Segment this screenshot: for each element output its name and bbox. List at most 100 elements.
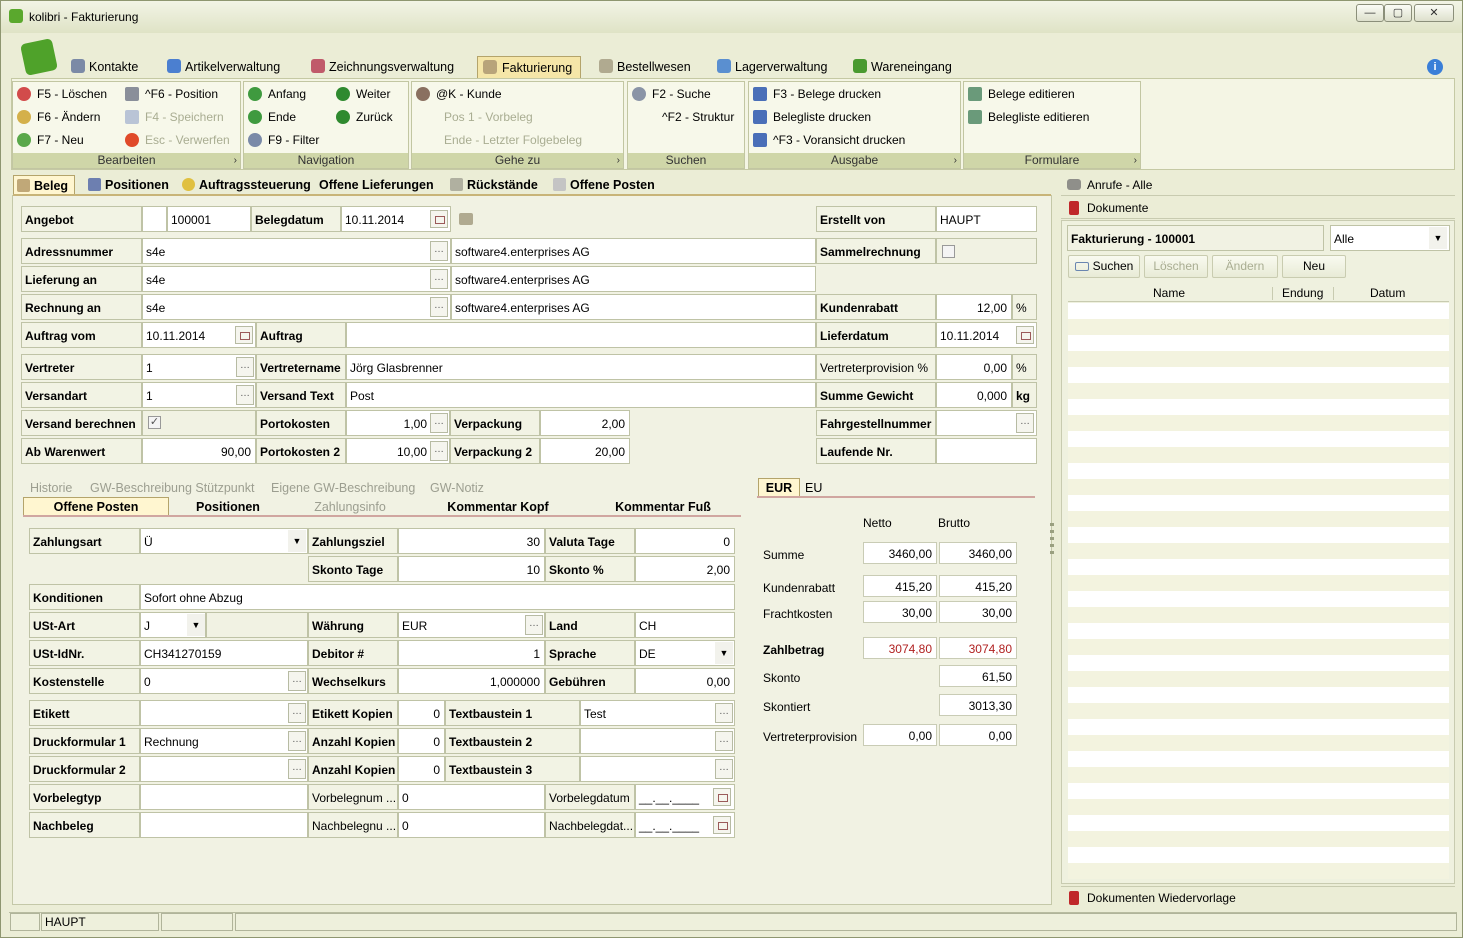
versandtext-field[interactable]: Post	[346, 382, 816, 408]
erstellt-von-field[interactable]: HAUPT	[936, 206, 1037, 232]
tab-eur[interactable]: EUR	[758, 478, 800, 496]
wiedervorlage-header[interactable]: Dokumenten Wiedervorlage	[1061, 886, 1455, 908]
lieferung-lookup-button[interactable]: …	[430, 269, 448, 289]
vertretername-field[interactable]: Jörg Glasbrenner	[346, 354, 816, 380]
waehrung-field[interactable]: EUR	[398, 612, 545, 638]
waehrung-lookup-button[interactable]: …	[525, 615, 543, 635]
kostenstelle-lookup-button[interactable]: …	[288, 671, 306, 691]
tab-gw-notiz[interactable]: GW-Notiz	[430, 479, 484, 497]
lieferung-name-field[interactable]: software4.enterprises AG	[451, 266, 816, 292]
tab-kommentar-fuss[interactable]: Kommentar Fuß	[583, 498, 743, 516]
position-button[interactable]: ^F6 - Position	[123, 84, 218, 104]
print-preview-button[interactable]: ^F3 - Voransicht drucken	[751, 130, 905, 150]
tab-offene-posten-lower[interactable]: Offene Posten	[23, 497, 169, 515]
anzahl-kopien2-field[interactable]: 0	[398, 756, 445, 782]
laufende-nr-field[interactable]	[936, 438, 1037, 464]
edit-button[interactable]: F6 - Ändern	[15, 107, 100, 127]
tab-wareneingang[interactable]: Wareneingang	[853, 56, 952, 78]
etikett-kopien-field[interactable]: 0	[398, 700, 445, 726]
document-delete-button[interactable]: Löschen	[1144, 255, 1208, 278]
tab-zahlungsinfo[interactable]: Zahlungsinfo	[287, 498, 413, 516]
splitter-grip[interactable]	[1050, 523, 1054, 557]
skonto-tage-field[interactable]: 10	[398, 556, 545, 582]
sammelrechnung-checkbox[interactable]	[942, 245, 955, 258]
dokumente-header[interactable]: Dokumente	[1061, 197, 1455, 219]
wechselkurs-field[interactable]: 1,000000	[398, 668, 545, 694]
tab-eigene-gw-beschreibung[interactable]: Eigene GW-Beschreibung	[271, 479, 415, 497]
save-button[interactable]: F4 - Speichern	[123, 107, 224, 127]
next-button[interactable]: Weiter	[334, 84, 390, 104]
vertreter-lookup-button[interactable]: …	[236, 357, 254, 377]
adressname-field[interactable]: software4.enterprises AG	[451, 238, 816, 264]
textbaustein1-lookup-button[interactable]: …	[715, 703, 733, 723]
structure-button[interactable]: ^F2 - Struktur	[640, 107, 734, 127]
back-button[interactable]: Zurück	[334, 107, 393, 127]
maximize-button[interactable]: ▢	[1384, 4, 1412, 22]
fahrgestellnummer-lookup-button[interactable]: …	[1016, 413, 1034, 433]
tab-beleg[interactable]: Beleg	[13, 175, 76, 195]
summe-gewicht-field[interactable]: 0,000	[936, 382, 1012, 408]
chevron-down-icon[interactable]: ▼	[715, 642, 733, 664]
textbaustein2-lookup-button[interactable]: …	[715, 731, 733, 751]
tab-artikelverwaltung[interactable]: Artikelverwaltung	[167, 56, 280, 78]
calendar-icon[interactable]	[430, 210, 448, 228]
calendar-icon[interactable]	[713, 788, 731, 806]
textbaustein3-field[interactable]	[580, 756, 735, 782]
edit-documents-button[interactable]: Belege editieren	[966, 84, 1075, 104]
kolibri-logo-icon[interactable]	[20, 38, 58, 76]
etikett-field[interactable]	[140, 700, 308, 726]
ust-idnr-field[interactable]: CH341270159	[140, 640, 308, 666]
vertreterprovision-field[interactable]: 0,00	[936, 354, 1012, 380]
close-button[interactable]: ✕	[1414, 4, 1454, 22]
nachbelegnummer-field[interactable]: 0	[398, 812, 545, 838]
land-field[interactable]: CH	[635, 612, 735, 638]
tab-kommentar-kopf[interactable]: Kommentar Kopf	[413, 498, 583, 516]
print-list-button[interactable]: Belegliste drucken	[751, 107, 871, 127]
verpackung2-field[interactable]: 20,00	[540, 438, 630, 464]
textbaustein2-field[interactable]	[580, 728, 735, 754]
rechnung-lookup-button[interactable]: …	[430, 297, 448, 317]
info-icon[interactable]: i	[1427, 59, 1443, 75]
verpackung-field[interactable]: 2,00	[540, 410, 630, 436]
edit-list-button[interactable]: Belegliste editieren	[966, 107, 1089, 127]
tab-offene-posten[interactable]: Offene Posten	[550, 175, 661, 195]
goto-last-followup-button[interactable]: Ende - Letzter Folgebeleg	[422, 130, 582, 150]
calendar-icon[interactable]	[235, 326, 253, 344]
document-new-button[interactable]: Neu	[1282, 255, 1346, 278]
search-button[interactable]: F2 - Suche	[630, 84, 711, 104]
druckformular1-lookup-button[interactable]: …	[288, 731, 306, 751]
textbaustein1-field[interactable]: Test	[580, 700, 735, 726]
portokosten2-lookup-button[interactable]: …	[430, 441, 448, 461]
expand-icon[interactable]: ›	[1134, 153, 1137, 168]
druckformular2-field[interactable]	[140, 756, 308, 782]
first-button[interactable]: Anfang	[246, 84, 306, 104]
chevron-down-icon[interactable]: ▼	[187, 614, 205, 636]
document-search-button[interactable]: Suchen	[1068, 255, 1140, 278]
calendar-icon[interactable]	[713, 816, 731, 834]
goto-customer-button[interactable]: @K - Kunde	[414, 84, 502, 104]
valuta-tage-field[interactable]: 0	[635, 528, 735, 554]
gebuehren-field[interactable]: 0,00	[635, 668, 735, 694]
expand-icon[interactable]: ›	[954, 153, 957, 168]
tab-auftragssteuerung[interactable]: Auftragssteuerung	[179, 175, 317, 195]
adressnummer-lookup-button[interactable]: …	[430, 241, 448, 261]
versand-berechnen-checkbox[interactable]: ✓	[148, 416, 161, 429]
kostenstelle-field[interactable]: 0	[140, 668, 308, 694]
discard-button[interactable]: Esc - Verwerfen	[123, 130, 230, 150]
angebot-number-field[interactable]: 100001	[167, 206, 251, 232]
tab-lagerverwaltung[interactable]: Lagerverwaltung	[717, 56, 827, 78]
document-edit-button[interactable]: Ändern	[1212, 255, 1278, 278]
portokosten-lookup-button[interactable]: …	[430, 413, 448, 433]
druckformular1-field[interactable]: Rechnung	[140, 728, 308, 754]
vorbelegnummer-field[interactable]: 0	[398, 784, 545, 810]
rechnung-field[interactable]: s4e	[142, 294, 451, 320]
last-button[interactable]: Ende	[246, 107, 296, 127]
print-documents-button[interactable]: F3 - Belege drucken	[751, 84, 881, 104]
adressnummer-field[interactable]: s4e	[142, 238, 451, 264]
chevron-down-icon[interactable]: ▼	[1429, 227, 1447, 249]
expand-icon[interactable]: ›	[234, 153, 237, 168]
zahlungsart-select[interactable]: Ü	[140, 528, 308, 554]
rechnung-name-field[interactable]: software4.enterprises AG	[451, 294, 816, 320]
konditionen-field[interactable]: Sofort ohne Abzug	[140, 584, 735, 610]
angebot-type-icon[interactable]	[142, 206, 167, 232]
